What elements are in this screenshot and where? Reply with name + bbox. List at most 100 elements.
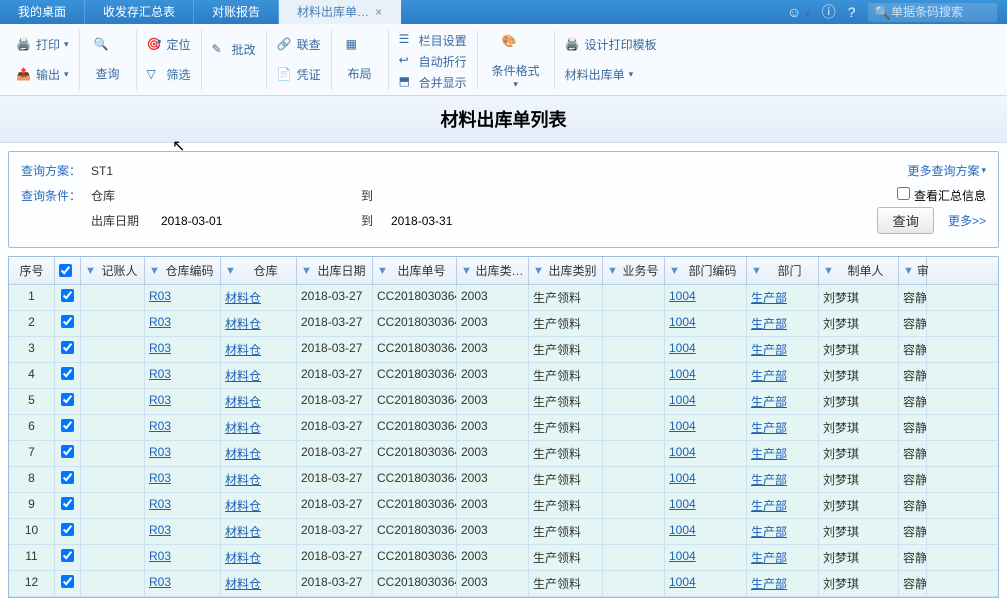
- dept-link[interactable]: 生产部: [751, 577, 787, 591]
- dept-link[interactable]: 生产部: [751, 525, 787, 539]
- col-last[interactable]: ▼审: [899, 257, 927, 284]
- user-icon[interactable]: ☺ ▾: [787, 4, 810, 20]
- row-checkbox[interactable]: [61, 315, 74, 328]
- dept-link[interactable]: 生产部: [751, 317, 787, 331]
- cell-check[interactable]: [55, 285, 81, 310]
- col-jzr[interactable]: ▼记账人: [81, 257, 145, 284]
- tab-对账报告[interactable]: 对账报告: [194, 0, 279, 24]
- more-link[interactable]: 更多>>: [948, 212, 986, 229]
- filter-icon[interactable]: ▼: [751, 265, 762, 277]
- row-checkbox[interactable]: [61, 419, 74, 432]
- filter-icon[interactable]: ▼: [533, 265, 544, 277]
- col-date[interactable]: ▼出库日期: [297, 257, 373, 284]
- voucher-button[interactable]: 📄凭证: [273, 64, 325, 85]
- dcode-link[interactable]: 1004: [669, 497, 696, 511]
- wh-link[interactable]: 材料仓: [225, 343, 261, 357]
- cond-fmt-button[interactable]: 🎨条件格式▾: [484, 30, 548, 94]
- table-row[interactable]: 5R03材料仓2018-03-27CC20180303642003生产领料100…: [9, 389, 998, 415]
- dept-link[interactable]: 生产部: [751, 473, 787, 487]
- filter-button[interactable]: ▽筛选: [143, 64, 195, 85]
- col-set-button[interactable]: ☰栏目设置: [395, 30, 471, 51]
- wh-link[interactable]: 材料仓: [225, 525, 261, 539]
- wcode-link[interactable]: R03: [149, 471, 171, 485]
- col-wcode[interactable]: ▼仓库编码: [145, 257, 221, 284]
- dcode-link[interactable]: 1004: [669, 315, 696, 329]
- row-checkbox[interactable]: [61, 289, 74, 302]
- dcode-link[interactable]: 1004: [669, 419, 696, 433]
- filter-icon[interactable]: ▼: [607, 265, 618, 277]
- wh-link[interactable]: 材料仓: [225, 291, 261, 305]
- table-row[interactable]: 12R03材料仓2018-03-27CC20180303642003生产领料10…: [9, 571, 998, 597]
- table-row[interactable]: 9R03材料仓2018-03-27CC20180303642003生产领料100…: [9, 493, 998, 519]
- help-icon[interactable]: ?: [848, 4, 856, 20]
- wcode-link[interactable]: R03: [149, 497, 171, 511]
- cell-check[interactable]: [55, 363, 81, 388]
- summary-checkbox[interactable]: [897, 187, 910, 200]
- wh-link[interactable]: 材料仓: [225, 551, 261, 565]
- col-dept[interactable]: ▼部门: [747, 257, 819, 284]
- dcode-link[interactable]: 1004: [669, 341, 696, 355]
- col-check[interactable]: [55, 257, 81, 284]
- dcode-link[interactable]: 1004: [669, 289, 696, 303]
- summary-check-wrap[interactable]: 查看汇总信息: [897, 187, 986, 204]
- filter-icon[interactable]: ▼: [149, 265, 160, 277]
- dept-link[interactable]: 生产部: [751, 499, 787, 513]
- filter-icon[interactable]: ▼: [301, 265, 312, 277]
- wcode-link[interactable]: R03: [149, 393, 171, 407]
- dcode-link[interactable]: 1004: [669, 445, 696, 459]
- row-checkbox[interactable]: [61, 575, 74, 588]
- col-biz[interactable]: ▼业务号: [603, 257, 665, 284]
- query-button[interactable]: 查询: [877, 207, 934, 234]
- col-cls1[interactable]: ▼出库类…: [457, 257, 529, 284]
- table-row[interactable]: 1R03材料仓2018-03-27CC20180303642003生产领料100…: [9, 285, 998, 311]
- output-button[interactable]: 📤输出▾: [12, 64, 73, 85]
- row-checkbox[interactable]: [61, 341, 74, 354]
- filter-icon[interactable]: ▼: [903, 265, 914, 277]
- filter-icon[interactable]: ▼: [85, 265, 96, 277]
- barcode-search[interactable]: 🔍: [868, 3, 997, 22]
- wcode-link[interactable]: R03: [149, 523, 171, 537]
- date-from[interactable]: 2018-03-01: [161, 214, 251, 228]
- filter-icon[interactable]: ▼: [823, 265, 834, 277]
- cell-check[interactable]: [55, 415, 81, 440]
- table-row[interactable]: 6R03材料仓2018-03-27CC20180303642003生产领料100…: [9, 415, 998, 441]
- cell-check[interactable]: [55, 545, 81, 570]
- wh-link[interactable]: 材料仓: [225, 317, 261, 331]
- table-row[interactable]: 7R03材料仓2018-03-27CC20180303642003生产领料100…: [9, 441, 998, 467]
- barcode-search-input[interactable]: [891, 5, 991, 19]
- batch-button[interactable]: ✎批改: [208, 39, 260, 60]
- table-row[interactable]: 10R03材料仓2018-03-27CC20180303642003生产领料10…: [9, 519, 998, 545]
- cell-check[interactable]: [55, 467, 81, 492]
- wcode-link[interactable]: R03: [149, 315, 171, 329]
- row-checkbox[interactable]: [61, 445, 74, 458]
- dept-link[interactable]: 生产部: [751, 395, 787, 409]
- dcode-link[interactable]: 1004: [669, 549, 696, 563]
- table-row[interactable]: 8R03材料仓2018-03-27CC20180303642003生产领料100…: [9, 467, 998, 493]
- col-maker[interactable]: ▼制单人: [819, 257, 899, 284]
- merge-show-button[interactable]: ⬒合并显示: [395, 72, 471, 93]
- date-to[interactable]: 2018-03-31: [391, 214, 481, 228]
- dept-link[interactable]: 生产部: [751, 421, 787, 435]
- dept-link[interactable]: 生产部: [751, 343, 787, 357]
- cell-check[interactable]: [55, 311, 81, 336]
- filter-icon[interactable]: ▼: [377, 265, 388, 277]
- tab-材料出库单…[interactable]: 材料出库单…×: [279, 0, 401, 24]
- cell-check[interactable]: [55, 493, 81, 518]
- cell-check[interactable]: [55, 519, 81, 544]
- cell-check[interactable]: [55, 441, 81, 466]
- close-icon[interactable]: ×: [375, 5, 382, 19]
- table-row[interactable]: 2R03材料仓2018-03-27CC20180303642003生产领料100…: [9, 311, 998, 337]
- tab-我的桌面[interactable]: 我的桌面: [0, 0, 85, 24]
- locate-button[interactable]: 🎯定位: [143, 34, 195, 55]
- dept-link[interactable]: 生产部: [751, 447, 787, 461]
- col-wh[interactable]: ▼仓库: [221, 257, 297, 284]
- wh-link[interactable]: 材料仓: [225, 369, 261, 383]
- more-scheme-link[interactable]: 更多查询方案 ▾: [907, 162, 986, 179]
- query-big-button[interactable]: 🔍查询: [86, 33, 130, 86]
- wcode-link[interactable]: R03: [149, 575, 171, 589]
- print-button[interactable]: 🖨️打印▾: [12, 34, 73, 55]
- dept-link[interactable]: 生产部: [751, 369, 787, 383]
- dcode-link[interactable]: 1004: [669, 575, 696, 589]
- cell-check[interactable]: [55, 389, 81, 414]
- wcode-link[interactable]: R03: [149, 549, 171, 563]
